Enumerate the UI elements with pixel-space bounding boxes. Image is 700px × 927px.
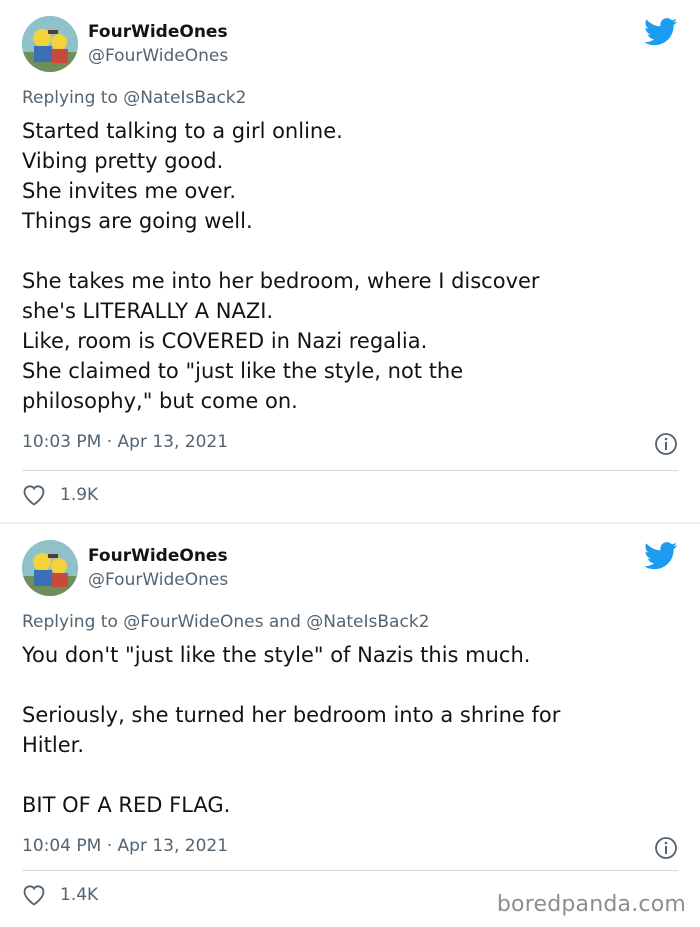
tweet-line: she's LITERALLY A NAZI. (22, 299, 274, 323)
tweet-line: BIT OF A RED FLAG. (22, 793, 231, 817)
heart-icon[interactable] (22, 484, 46, 506)
avatar[interactable] (22, 540, 78, 596)
divider (22, 870, 678, 871)
divider (22, 470, 678, 471)
heart-icon[interactable] (22, 884, 46, 906)
tweet-line: Started talking to a girl online. (22, 119, 343, 143)
watermark: boredpanda.com (496, 892, 686, 917)
reply-prefix: Replying to (22, 88, 124, 108)
tweet-text: You don't "just like the style" of Nazis… (22, 640, 682, 820)
tweet-line: Hitler. (22, 733, 84, 757)
tweet-text: Started talking to a girl online. Vibing… (22, 116, 682, 416)
tweet-timestamp[interactable]: 10:04 PM · Apr 13, 2021 (22, 836, 228, 856)
info-icon[interactable] (654, 836, 678, 860)
tweet-timestamp[interactable]: 10:03 PM · Apr 13, 2021 (22, 432, 228, 452)
reply-context: Replying to @FourWideOnes and @NateIsBac… (22, 612, 429, 632)
tweet-card-1: FourWideOnes @FourWideOnes Replying to @… (0, 0, 700, 522)
reply-mention-link[interactable]: @FourWideOnes and @NateIsBack2 (123, 612, 429, 632)
tweet-line: Seriously, she turned her bedroom into a… (22, 703, 561, 727)
tweet-line: She takes me into her bedroom, where I d… (22, 269, 540, 293)
author-name[interactable]: FourWideOnes (88, 22, 228, 42)
twitter-bird-icon[interactable] (644, 542, 678, 570)
reply-mention-link[interactable]: @NateIsBack2 (123, 88, 246, 108)
tweet-line: She claimed to "just like the style, not… (22, 359, 464, 383)
like-count: 1.9K (60, 485, 99, 505)
reply-context: Replying to @NateIsBack2 (22, 88, 246, 108)
tweet-line: You don't "just like the style" of Nazis… (22, 643, 531, 667)
tweet-line: She invites me over. (22, 179, 237, 203)
avatar[interactable] (22, 16, 78, 72)
tweet-line: Things are going well. (22, 209, 253, 233)
like-button[interactable]: 1.4K (22, 884, 98, 906)
author-name[interactable]: FourWideOnes (88, 546, 228, 566)
tweet-line: Like, room is COVERED in Nazi regalia. (22, 329, 428, 353)
tweet-line: Vibing pretty good. (22, 149, 224, 173)
like-count: 1.4K (60, 885, 99, 905)
author-handle[interactable]: @FourWideOnes (88, 570, 228, 590)
reply-prefix: Replying to (22, 612, 124, 632)
twitter-bird-icon[interactable] (644, 18, 678, 46)
author-handle[interactable]: @FourWideOnes (88, 46, 228, 66)
tweet-card-2: FourWideOnes @FourWideOnes Replying to @… (0, 524, 700, 927)
tweet-line: philosophy," but come on. (22, 389, 298, 413)
info-icon[interactable] (654, 432, 678, 456)
like-button[interactable]: 1.9K (22, 484, 98, 506)
